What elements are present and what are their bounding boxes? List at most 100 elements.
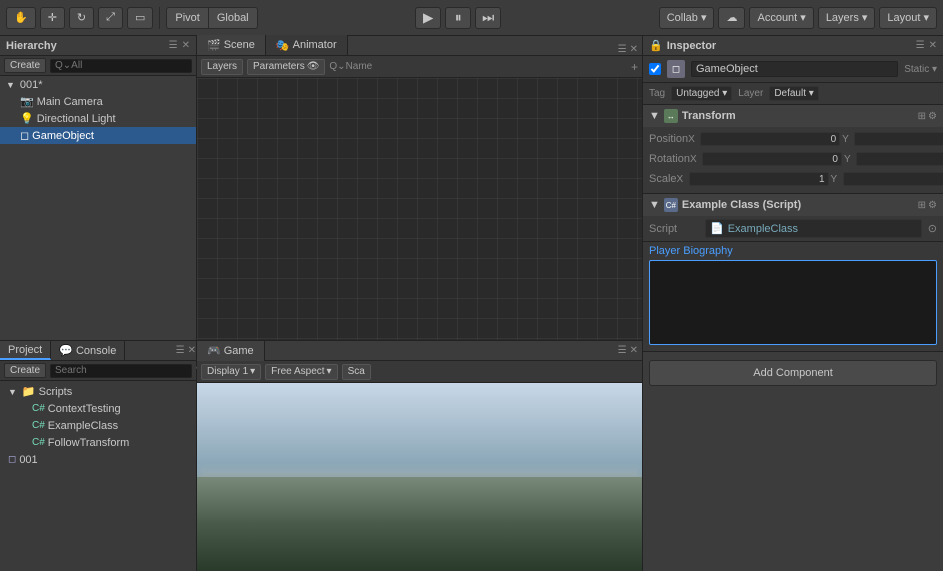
gameobject-active-checkbox[interactable] [649, 63, 661, 75]
hierarchy-item-main-camera[interactable]: 📷 Main Camera [0, 93, 196, 110]
gameobject-name-input[interactable] [691, 61, 898, 77]
project-item-context-testing[interactable]: C# ContextTesting [2, 400, 194, 417]
inspector-lock-icon[interactable]: 🔒 [649, 39, 663, 52]
hierarchy-search-input[interactable] [50, 59, 192, 73]
collab-button[interactable]: Collab ▾ [659, 7, 715, 29]
transform-component: ▼ ↔ Transform ⊞ ⚙ Position X [643, 105, 943, 194]
hierarchy-header: Hierarchy ☰ ✕ [0, 36, 196, 56]
pause-button[interactable]: ⏸ [445, 7, 471, 29]
scene-close-icon[interactable]: ✕ [630, 44, 638, 55]
hierarchy-create-button[interactable]: Create [4, 58, 46, 73]
tab-project[interactable]: Project [0, 341, 51, 360]
position-xyz: X Y Z [688, 132, 943, 146]
game-tab-label: Game [224, 345, 254, 357]
aspect-dropdown[interactable]: Free Aspect ▾ [265, 364, 337, 380]
project-search-input[interactable] [50, 364, 192, 378]
transform-menu-icon[interactable]: ⚙ [928, 111, 937, 122]
tool-hand-button[interactable]: ✋ [6, 7, 36, 29]
project-close-icon[interactable]: ✕ [188, 345, 196, 356]
tool-move-button[interactable]: ✛ [40, 7, 65, 29]
arrow-icon: ▼ [6, 80, 15, 90]
project-toolbar: Create 🔍 ⧫ [0, 361, 196, 381]
inspector-close-icon[interactable]: ✕ [929, 40, 937, 51]
layer-dropdown[interactable]: Default ▾ [769, 86, 818, 101]
player-bio-section: Player Biography [643, 242, 943, 351]
scale-y-input[interactable] [843, 172, 943, 186]
scale-x-input[interactable] [689, 172, 829, 186]
hierarchy-title: Hierarchy [6, 40, 165, 52]
layer-label: Layer [738, 88, 763, 99]
tool-rect-button[interactable]: ▭ [127, 7, 153, 29]
global-label[interactable]: Global [209, 8, 257, 28]
static-label[interactable]: Static ▾ [904, 64, 937, 75]
scale-row: Scale X Y Z [649, 170, 937, 188]
hierarchy-item-gameobject[interactable]: ◻ GameObject [0, 127, 196, 144]
transform-ref-icon[interactable]: ⊞ [918, 111, 926, 122]
scale-dropdown[interactable]: Sca [342, 364, 371, 380]
project-item-001-scene[interactable]: ◻ 001 [2, 451, 194, 468]
position-x-field: X [688, 132, 840, 146]
inspector-header: 🔒 Inspector ☰ ✕ [643, 36, 943, 56]
rotation-xyz: X Y Z [690, 152, 943, 166]
display-dropdown[interactable]: Display 1 ▾ [201, 364, 261, 380]
player-bio-textarea[interactable] [649, 260, 937, 345]
project-item-follow-transform[interactable]: C# FollowTransform [2, 434, 194, 451]
console-icon: 💬 [59, 344, 73, 357]
layout-button[interactable]: Layout ▾ [879, 7, 937, 29]
light-icon: 💡 [20, 112, 34, 125]
transform-header[interactable]: ▼ ↔ Transform ⊞ ⚙ [643, 105, 943, 127]
account-button[interactable]: Account ▾ [749, 7, 813, 29]
play-button[interactable]: ▶ [415, 7, 441, 29]
project-menu-icon[interactable]: ☰ [176, 345, 185, 356]
tool-rotate-button[interactable]: ↻ [69, 7, 94, 29]
rotation-x-field: X [690, 152, 842, 166]
rotation-x-input[interactable] [702, 152, 842, 166]
layers-dropdown[interactable]: Layers [201, 59, 243, 75]
position-y-input[interactable] [854, 132, 943, 146]
hierarchy-close-icon[interactable]: ✕ [182, 40, 190, 51]
tab-scene[interactable]: 🎬 Scene [197, 35, 266, 55]
scene-menu-icon[interactable]: ☰ [618, 44, 627, 55]
add-icon[interactable]: + [631, 60, 638, 74]
hierarchy-item-001[interactable]: ▼ 001* [0, 76, 196, 93]
transform-icon: ↔ [664, 109, 678, 123]
example-class-icons: ⊞ ⚙ [918, 200, 937, 211]
transform-fields: Position X Y Z [643, 127, 943, 193]
pivot-label[interactable]: Pivot [167, 8, 208, 28]
tab-game[interactable]: 🎮 Game [197, 341, 265, 361]
step-button[interactable]: ⏭ [475, 7, 501, 29]
x-label: X [688, 134, 698, 145]
example-class-component: ▼ C# Example Class (Script) ⊞ ⚙ Script 📄… [643, 194, 943, 352]
add-component-button[interactable]: Add Component [649, 360, 937, 386]
project-create-button[interactable]: Create [4, 363, 46, 378]
tab-animator[interactable]: 🎭 Animator [266, 35, 348, 55]
script-file-icon: 📄 [710, 222, 724, 235]
cloud-button[interactable]: ☁ [718, 7, 745, 29]
script-label: Script [649, 223, 699, 235]
inspector-menu-icon[interactable]: ☰ [916, 40, 925, 51]
rotation-y-input[interactable] [856, 152, 943, 166]
hierarchy-menu-icon[interactable]: ☰ [169, 40, 178, 51]
tag-dropdown[interactable]: Untagged ▾ [671, 86, 732, 101]
hierarchy-item-directional-light[interactable]: 💡 Directional Light [0, 110, 196, 127]
pivot-global-toggle[interactable]: Pivot Global [166, 7, 257, 29]
scene-view[interactable] [197, 78, 642, 340]
hierarchy-panel: Hierarchy ☰ ✕ Create ▼ 001* 📷 Main Camer… [0, 36, 196, 341]
scene-icon: ◻ [8, 454, 16, 465]
example-ref-icon[interactable]: ⊞ [918, 200, 926, 211]
project-item-example-class[interactable]: C# ExampleClass [2, 417, 194, 434]
script-select-icon[interactable]: ⊙ [928, 222, 937, 235]
project-item-scripts[interactable]: ▼ 📁 Scripts [2, 383, 194, 400]
game-close-icon[interactable]: ✕ [630, 345, 638, 356]
script-value[interactable]: 📄 ExampleClass [705, 219, 922, 238]
tab-console[interactable]: 💬 Console [51, 341, 125, 360]
example-class-header[interactable]: ▼ C# Example Class (Script) ⊞ ⚙ [643, 194, 943, 216]
position-x-input[interactable] [700, 132, 840, 146]
tool-scale-button[interactable]: ⤢ [98, 7, 123, 29]
parameters-dropdown[interactable]: Parameters 👁 [247, 59, 325, 75]
game-menu-icon[interactable]: ☰ [618, 345, 627, 356]
example-menu-icon[interactable]: ⚙ [928, 200, 937, 211]
folder-icon: 📁 [22, 385, 36, 398]
layers-button[interactable]: Layers ▾ [818, 7, 876, 29]
item-label: Main Camera [37, 96, 103, 108]
